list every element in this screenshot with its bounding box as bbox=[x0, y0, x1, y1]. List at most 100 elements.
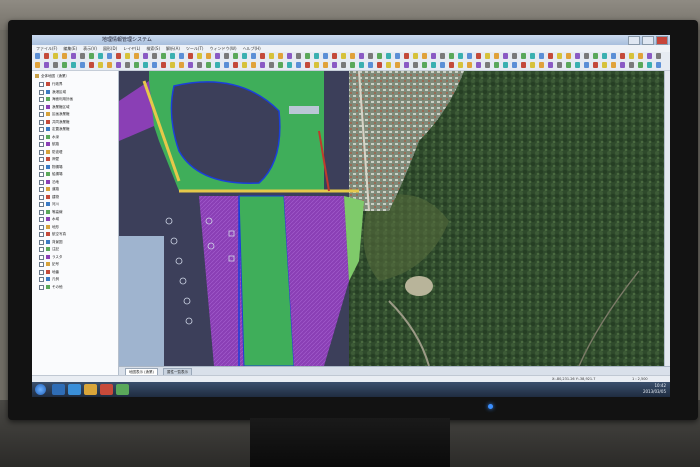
toolbar-tool-button[interactable] bbox=[260, 53, 265, 59]
toolbar-tool-button[interactable] bbox=[476, 53, 481, 59]
layer-visibility-checkbox[interactable] bbox=[39, 217, 44, 222]
toolbar-tool-button[interactable] bbox=[377, 53, 382, 59]
toolbar-tool-button[interactable] bbox=[395, 53, 400, 59]
toolbar-tool-button[interactable] bbox=[341, 53, 346, 59]
maximize-button[interactable] bbox=[642, 36, 654, 45]
layer-tree-item[interactable]: その他 bbox=[32, 284, 118, 290]
toolbar-tool-button[interactable] bbox=[449, 53, 454, 59]
toolbar-tool-button[interactable] bbox=[224, 53, 229, 59]
toolbar-tool-button[interactable] bbox=[278, 53, 283, 59]
layer-tree-item[interactable]: 定置漁業権 bbox=[32, 126, 118, 132]
toolbar-tool-button[interactable] bbox=[224, 62, 229, 68]
toolbar-tool-button[interactable] bbox=[422, 62, 427, 68]
toolbar-tool-button[interactable] bbox=[188, 62, 193, 68]
toolbar-tool-button[interactable] bbox=[269, 62, 274, 68]
toolbar-tool-button[interactable] bbox=[656, 53, 661, 59]
layer-tree-item[interactable]: 凡例 bbox=[32, 276, 118, 282]
layer-tree-item[interactable]: 水域 bbox=[32, 216, 118, 222]
layer-visibility-checkbox[interactable] bbox=[39, 104, 44, 110]
toolbar-tool-button[interactable] bbox=[458, 53, 463, 59]
toolbar-tool-button[interactable] bbox=[296, 53, 301, 59]
toolbar-tool-button[interactable] bbox=[242, 62, 247, 68]
layer-tree-item[interactable]: ラスタ bbox=[32, 254, 118, 260]
layer-visibility-checkbox[interactable] bbox=[39, 262, 44, 267]
menu-item-window[interactable]: ウィンドウ(W) bbox=[209, 45, 236, 52]
close-button[interactable] bbox=[656, 36, 668, 45]
toolbar-tool-button[interactable] bbox=[566, 53, 571, 59]
toolbar-tool-button[interactable] bbox=[593, 62, 598, 68]
toolbar-tool-button[interactable] bbox=[575, 62, 580, 68]
toolbar-tool-button[interactable] bbox=[575, 53, 580, 59]
layer-tree-item[interactable]: 等高線 bbox=[32, 209, 118, 215]
toolbar-tool-button[interactable] bbox=[440, 53, 445, 59]
toolbar-tool-button[interactable] bbox=[602, 53, 607, 59]
toolbar-tool-button[interactable] bbox=[305, 53, 310, 59]
toolbar-tool-button[interactable] bbox=[287, 62, 292, 68]
layer-tree-item[interactable]: 海面利用計画 bbox=[32, 96, 118, 102]
layer-visibility-checkbox[interactable] bbox=[39, 119, 44, 125]
toolbar-tool-button[interactable] bbox=[179, 62, 184, 68]
taskbar-media-icon[interactable] bbox=[100, 384, 113, 395]
toolbar-tool-button[interactable] bbox=[143, 62, 148, 68]
toolbar-tool-button[interactable] bbox=[368, 53, 373, 59]
menu-item-help[interactable]: ヘルプ(H) bbox=[243, 45, 261, 52]
layer-tree-item[interactable]: 漁港区域 bbox=[32, 89, 118, 95]
menu-item-edit[interactable]: 編集(E) bbox=[63, 45, 77, 52]
toolbar-tool-button[interactable] bbox=[233, 62, 238, 68]
toolbar-tool-button[interactable] bbox=[566, 62, 571, 68]
minimize-button[interactable] bbox=[628, 36, 640, 45]
layer-visibility-checkbox[interactable] bbox=[39, 179, 44, 185]
toolbar-tool-button[interactable] bbox=[170, 62, 175, 68]
toolbar-tool-button[interactable] bbox=[89, 53, 94, 59]
toolbar-tool-button[interactable] bbox=[206, 62, 211, 68]
toolbar-tool-button[interactable] bbox=[242, 53, 247, 59]
toolbar-tool-button[interactable] bbox=[287, 53, 292, 59]
toolbar-tool-button[interactable] bbox=[125, 62, 130, 68]
toolbar-tool-button[interactable] bbox=[485, 53, 490, 59]
toolbar-tool-button[interactable] bbox=[314, 62, 319, 68]
toolbar-tool-button[interactable] bbox=[503, 62, 508, 68]
layer-visibility-checkbox[interactable] bbox=[39, 134, 44, 140]
layer-tree-item[interactable]: 区画漁業権 bbox=[32, 111, 118, 117]
toolbar-tool-button[interactable] bbox=[134, 53, 139, 59]
layer-tree-item[interactable]: 航路 bbox=[32, 141, 118, 147]
layer-tree-root[interactable]: 全体地図（漁業） bbox=[32, 73, 118, 79]
toolbar-tool-button[interactable] bbox=[503, 53, 508, 59]
layer-visibility-checkbox[interactable] bbox=[39, 89, 44, 95]
layer-visibility-checkbox[interactable] bbox=[39, 187, 44, 192]
layer-tree-item[interactable]: 地形 bbox=[32, 224, 118, 230]
toolbar-tool-button[interactable] bbox=[233, 53, 238, 59]
toolbar-tool-button[interactable] bbox=[359, 53, 364, 59]
toolbar-tool-button[interactable] bbox=[260, 62, 265, 68]
toolbar-tool-button[interactable] bbox=[539, 62, 544, 68]
layer-visibility-checkbox[interactable] bbox=[39, 164, 44, 170]
toolbar-tool-button[interactable] bbox=[404, 62, 409, 68]
toolbar-tool-button[interactable] bbox=[215, 53, 220, 59]
map-view[interactable] bbox=[119, 71, 664, 366]
toolbar-tool-button[interactable] bbox=[494, 53, 499, 59]
toolbar-tool-button[interactable] bbox=[161, 62, 166, 68]
toolbar-tool-button[interactable] bbox=[584, 53, 589, 59]
layer-visibility-checkbox[interactable] bbox=[39, 202, 44, 207]
taskbar-gis-app-icon[interactable] bbox=[116, 384, 129, 395]
toolbar-tool-button[interactable] bbox=[611, 62, 616, 68]
toolbar-tool-button[interactable] bbox=[440, 62, 445, 68]
toolbar-tool-button[interactable] bbox=[602, 62, 607, 68]
toolbar-tool-button[interactable] bbox=[98, 53, 103, 59]
toolbar-tool-button[interactable] bbox=[368, 62, 373, 68]
layer-tree-item[interactable]: 背景図 bbox=[32, 239, 118, 245]
layer-visibility-checkbox[interactable] bbox=[39, 82, 44, 87]
toolbar-tool-button[interactable] bbox=[647, 53, 652, 59]
toolbar-tool-button[interactable] bbox=[296, 62, 301, 68]
layer-visibility-checkbox[interactable] bbox=[39, 97, 44, 102]
toolbar-tool-button[interactable] bbox=[314, 53, 319, 59]
layer-tree-item[interactable]: 道路 bbox=[32, 186, 118, 192]
layer-tree-item[interactable]: 防波堤 bbox=[32, 149, 118, 155]
toolbar-tool-button[interactable] bbox=[134, 62, 139, 68]
toolbar-tool-button[interactable] bbox=[395, 62, 400, 68]
layer-tree-item[interactable]: 注記 bbox=[32, 246, 118, 252]
toolbar-tool-button[interactable] bbox=[521, 62, 526, 68]
toolbar-tool-button[interactable] bbox=[656, 62, 661, 68]
toolbar-tool-button[interactable] bbox=[161, 53, 166, 59]
layer-visibility-checkbox[interactable] bbox=[39, 194, 44, 200]
